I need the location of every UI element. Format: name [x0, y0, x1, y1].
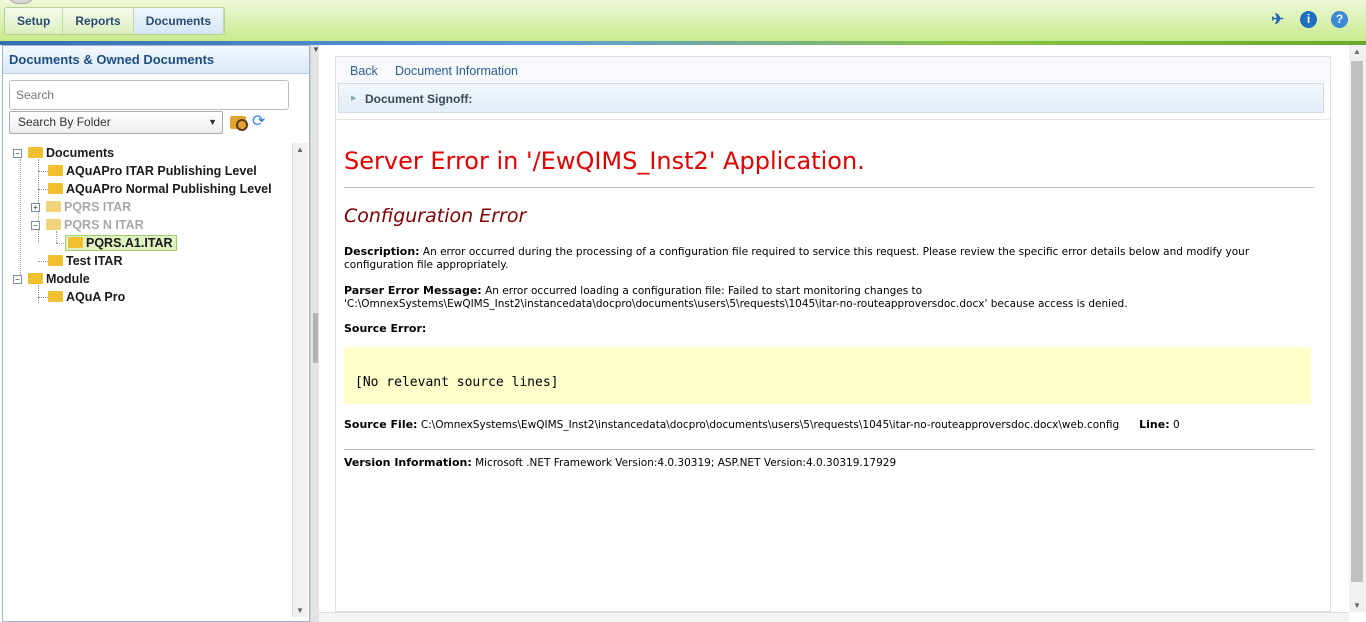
- info-icon[interactable]: i: [1300, 11, 1317, 28]
- splitter-grip[interactable]: [313, 313, 318, 363]
- pin-icon[interactable]: ✈: [1269, 11, 1286, 28]
- documents-panel: Documents & Owned Documents Search By Fo…: [2, 45, 310, 622]
- folder-icon: [48, 165, 63, 176]
- parser-error-path: 'C:\OmnexSystems\EwQIMS_Inst2\instanceda…: [344, 298, 1128, 310]
- scroll-down-icon[interactable]: ▼: [1353, 601, 1361, 610]
- folder-icon: [28, 147, 43, 158]
- expand-arrow-icon[interactable]: ▶: [351, 94, 356, 102]
- error-subtitle: Configuration Error: [344, 205, 527, 227]
- tree-label: PQRS.A1.ITAR: [86, 236, 173, 250]
- scroll-up-icon[interactable]: ▲: [296, 145, 304, 154]
- divider: [336, 119, 1330, 120]
- version-text: Microsoft .NET Framework Version:4.0.303…: [475, 457, 897, 469]
- description-label: Description:: [344, 245, 420, 258]
- source-code-text: [No relevant source lines]: [355, 375, 559, 390]
- tree-node-aquapro-normal[interactable]: AQuAPro Normal Publishing Level: [48, 180, 272, 198]
- folder-tree: − Documents AQuAPro ITAR Publishing Leve…: [11, 144, 287, 616]
- source-error-heading: Source Error:: [344, 322, 1304, 336]
- folder-icon: [48, 291, 63, 302]
- top-bar: Setup Reports Documents ✈ i ?: [0, 0, 1366, 45]
- folder-icon: [68, 237, 83, 248]
- source-file-path: C:\OmnexSystems\EwQIMS_Inst2\instancedat…: [420, 419, 1120, 431]
- scroll-up-icon[interactable]: ▲: [1353, 47, 1361, 56]
- tab-setup[interactable]: Setup: [5, 8, 64, 34]
- tab-reports[interactable]: Reports: [63, 8, 134, 34]
- collapse-panel-icon[interactable]: ▼: [312, 45, 320, 54]
- search-mode-value: Search By Folder: [18, 115, 111, 129]
- main-nav: Setup Reports Documents: [4, 7, 226, 35]
- folder-icon: [48, 255, 63, 266]
- parser-error-text: An error occurred loading a configuratio…: [485, 285, 923, 297]
- source-code-box: [No relevant source lines]: [344, 347, 1311, 404]
- folder-icon: [48, 183, 63, 194]
- expand-icon[interactable]: +: [31, 203, 40, 212]
- search-input[interactable]: [9, 80, 289, 110]
- line-label: Line:: [1139, 418, 1170, 431]
- signoff-label: Document Signoff:: [365, 92, 473, 106]
- toolbar-icons: ✈ i ?: [1269, 11, 1348, 28]
- line-value: 0: [1172, 419, 1180, 431]
- content-scrollbar[interactable]: ▲ ▼: [1349, 45, 1366, 612]
- document-information-link[interactable]: Document Information: [395, 64, 518, 78]
- tree-node-aqua-pro[interactable]: AQuA Pro: [48, 288, 125, 306]
- tree-node-test-itar[interactable]: Test ITAR: [48, 252, 122, 270]
- parser-error-paragraph: Parser Error Message: An error occurred …: [344, 284, 1304, 311]
- tree-label: AQuAPro Normal Publishing Level: [66, 182, 272, 196]
- panel-title: Documents & Owned Documents: [3, 46, 309, 74]
- tree-label: PQRS ITAR: [64, 200, 132, 214]
- scroll-down-icon[interactable]: ▼: [296, 606, 304, 615]
- folder-icon: [46, 201, 61, 212]
- panel-splitter[interactable]: ▼: [310, 45, 320, 622]
- document-signoff-section[interactable]: ▶ Document Signoff:: [338, 83, 1324, 113]
- help-icon[interactable]: ?: [1331, 11, 1348, 28]
- collapse-icon[interactable]: −: [13, 149, 22, 158]
- source-file-label: Source File:: [344, 418, 418, 431]
- tab-documents[interactable]: Documents: [133, 8, 225, 34]
- tree-label: Module: [46, 272, 90, 286]
- description-paragraph: Description: An error occurred during th…: [344, 245, 1304, 272]
- source-error-label: Source Error:: [344, 322, 427, 335]
- tree-label: PQRS N ITAR: [64, 218, 144, 232]
- tree-scrollbar[interactable]: ▲ ▼: [292, 143, 308, 617]
- divider: [344, 449, 1314, 450]
- folder-icon: [28, 273, 43, 284]
- app-logo: [8, 0, 34, 4]
- chevron-down-icon: ▼: [208, 117, 217, 127]
- scrollbar-thumb[interactable]: [1351, 61, 1363, 582]
- link-bar: Back Document Information: [336, 57, 1330, 83]
- divider: [344, 187, 1314, 188]
- tree-label: AQuAPro ITAR Publishing Level: [66, 164, 257, 178]
- tree-label: Test ITAR: [66, 254, 123, 268]
- folder-icon: [46, 219, 61, 230]
- tree-label: Documents: [46, 146, 115, 160]
- refresh-icon[interactable]: ⟳: [252, 114, 265, 130]
- collapse-icon[interactable]: −: [13, 275, 22, 284]
- search-mode-select[interactable]: Search By Folder ▼: [9, 111, 223, 134]
- error-title: Server Error in '/EwQIMS_Inst2' Applicat…: [344, 147, 865, 175]
- back-link[interactable]: Back: [350, 64, 378, 78]
- folder-search-icon[interactable]: [230, 116, 248, 131]
- version-info-line: Version Information: Microsoft .NET Fram…: [344, 456, 1304, 470]
- description-text: An error occurred during the processing …: [344, 246, 1250, 271]
- source-file-line: Source File: C:\OmnexSystems\EwQIMS_Inst…: [344, 418, 1304, 432]
- collapse-icon[interactable]: −: [31, 221, 40, 230]
- tree-node-pqrs-a1-itar[interactable]: PQRS.A1.ITAR: [65, 234, 177, 252]
- version-label: Version Information:: [344, 456, 472, 469]
- tree-node-aquapro-itar[interactable]: AQuAPro ITAR Publishing Level: [48, 162, 257, 180]
- tree-label: AQuA Pro: [66, 290, 126, 304]
- parser-error-label: Parser Error Message:: [344, 284, 482, 297]
- content-area: Back Document Information ▶ Document Sig…: [335, 56, 1331, 612]
- bottom-scroll-area: [319, 612, 1349, 622]
